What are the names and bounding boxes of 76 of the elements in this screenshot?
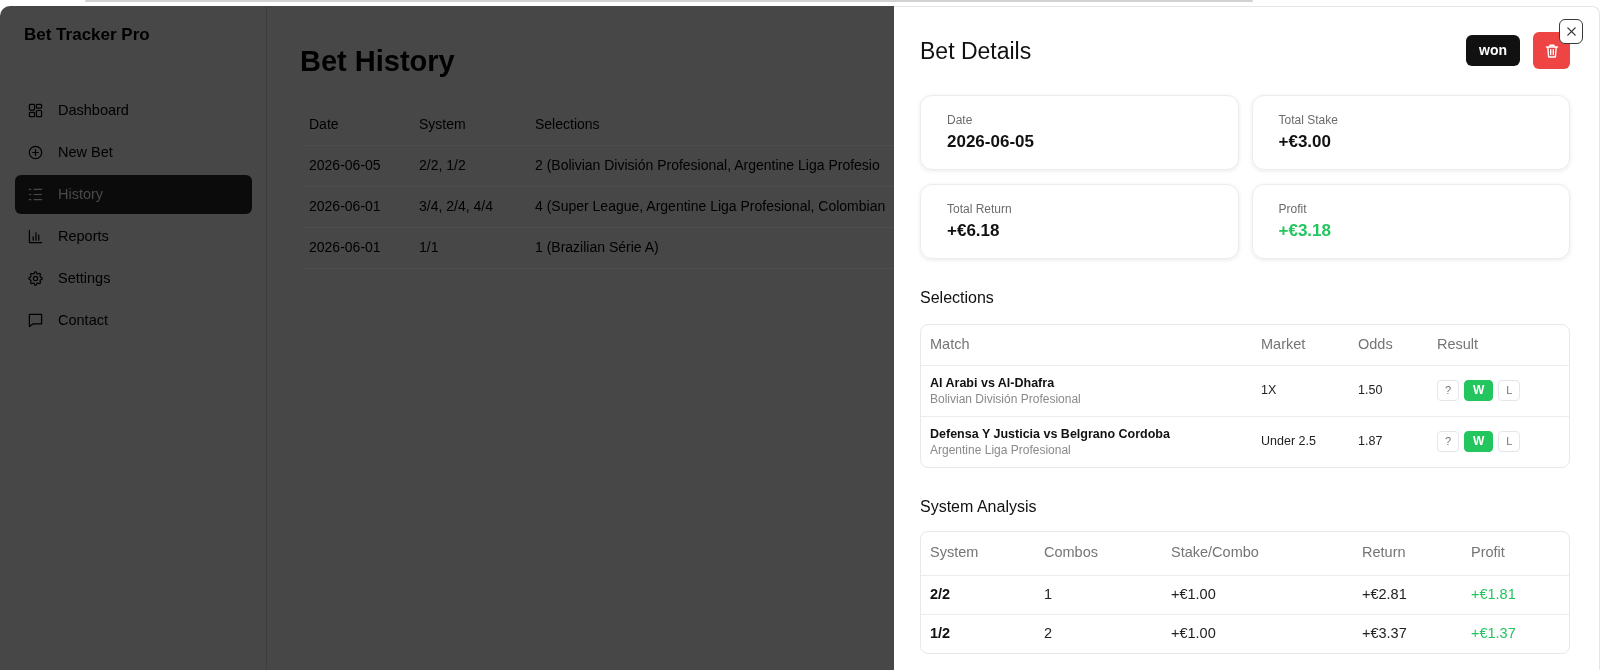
- match-name: Defensa Y Justicia vs Belgrano Cordoba: [930, 425, 1170, 442]
- system-name: 2/2: [930, 585, 951, 602]
- close-button[interactable]: [1559, 19, 1583, 44]
- bet-selections: 4 (Super League, Argentine Liga Profesional, Colombian: [535, 198, 886, 214]
- sidebar-item[interactable]: Settings: [15, 259, 252, 298]
- column-header: Return: [1362, 544, 1406, 561]
- stat-label: Date: [947, 113, 973, 128]
- result-button[interactable]: ?: [1437, 431, 1459, 453]
- market-name: Under 2.5: [1261, 434, 1316, 449]
- column-header: Result: [1437, 335, 1479, 352]
- stat-value: +€3.18: [1278, 220, 1331, 242]
- plus-circle-icon: [28, 145, 43, 160]
- odds-value: 1.50: [1358, 383, 1383, 398]
- combo-count: 2: [1044, 624, 1053, 641]
- bet-date: 2026-06-01: [309, 239, 381, 255]
- result-button[interactable]: ?: [1437, 380, 1459, 401]
- league-name: Bolivian División Profesional: [930, 390, 1081, 407]
- close-icon: [1565, 26, 1577, 37]
- stake-per-combo: +€1.00: [1171, 624, 1216, 641]
- bar-chart-icon: [28, 229, 43, 244]
- stat-value: +€6.18: [947, 220, 1000, 242]
- column-header: Combos: [1044, 544, 1098, 561]
- bet-selections: 1 (Brazilian Série A): [535, 239, 659, 255]
- sidebar-item[interactable]: Contact: [15, 301, 252, 340]
- combo-count: 1: [1044, 585, 1053, 602]
- delete-button[interactable]: [1533, 32, 1570, 69]
- profit-amount: +€1.81: [1471, 585, 1516, 602]
- stat-value: 2026-06-05: [947, 131, 1034, 153]
- return-amount: +€2.81: [1362, 585, 1407, 602]
- settings-icon: [28, 271, 43, 286]
- profit-amount: +€1.37: [1471, 624, 1516, 641]
- result-button[interactable]: L: [1498, 380, 1521, 401]
- stat-label: Total Return: [947, 202, 1012, 217]
- column-header: Match: [930, 335, 970, 352]
- column-header: Odds: [1358, 335, 1393, 352]
- column-header: Profit: [1471, 544, 1505, 561]
- list-icon: [28, 187, 43, 202]
- league-name: Argentine Liga Profesional: [930, 441, 1071, 458]
- bet-date: 2026-06-05: [309, 157, 381, 173]
- column-header: Stake/Combo: [1171, 544, 1259, 561]
- page-title: Bet History: [300, 44, 455, 79]
- bet-date: 2026-06-01: [309, 198, 381, 214]
- market-name: 1X: [1261, 383, 1277, 398]
- status-badge: won: [1466, 35, 1520, 66]
- result-button[interactable]: W: [1464, 431, 1494, 453]
- result-button[interactable]: W: [1464, 380, 1494, 401]
- section-title: Selections: [920, 288, 994, 308]
- column-header: Market: [1261, 335, 1306, 352]
- sidebar-item[interactable]: History: [15, 175, 252, 214]
- column-header: System: [419, 115, 466, 132]
- panel-title: Bet Details: [920, 36, 1032, 65]
- bet-system: 3/4, 2/4, 4/4: [419, 198, 493, 214]
- match-name: Al Arabi vs Al-Dhafra: [930, 374, 1055, 391]
- result-button[interactable]: L: [1498, 431, 1521, 453]
- section-title: System Analysis: [920, 497, 1037, 517]
- stat-label: Profit: [1278, 202, 1307, 217]
- bet-system: 1/1: [419, 239, 439, 255]
- grid-icon: [28, 103, 43, 118]
- bet-system: 2/2, 1/2: [419, 157, 466, 173]
- column-header: System: [930, 544, 979, 561]
- sidebar-item[interactable]: Dashboard: [15, 91, 252, 130]
- app-title: Bet Tracker Pro: [23, 25, 150, 45]
- stat-value: +€3.00: [1278, 131, 1331, 153]
- system-name: 1/2: [930, 624, 951, 641]
- column-header: Date: [309, 115, 339, 132]
- trash-icon: [1543, 42, 1560, 59]
- sidebar-item[interactable]: New Bet: [15, 133, 252, 172]
- stat-label: Total Stake: [1278, 113, 1338, 128]
- chat-bubble-icon: [28, 313, 43, 328]
- column-header: Selections: [535, 115, 600, 132]
- stake-per-combo: +€1.00: [1171, 585, 1216, 602]
- bet-selections: 2 (Bolivian División Profesional, Argentine Liga Profesio: [535, 157, 880, 173]
- odds-value: 1.87: [1358, 434, 1383, 449]
- scroll-bar[interactable]: [85, 0, 1253, 2]
- sidebar-item[interactable]: Reports: [15, 217, 252, 256]
- return-amount: +€3.37: [1362, 624, 1407, 641]
